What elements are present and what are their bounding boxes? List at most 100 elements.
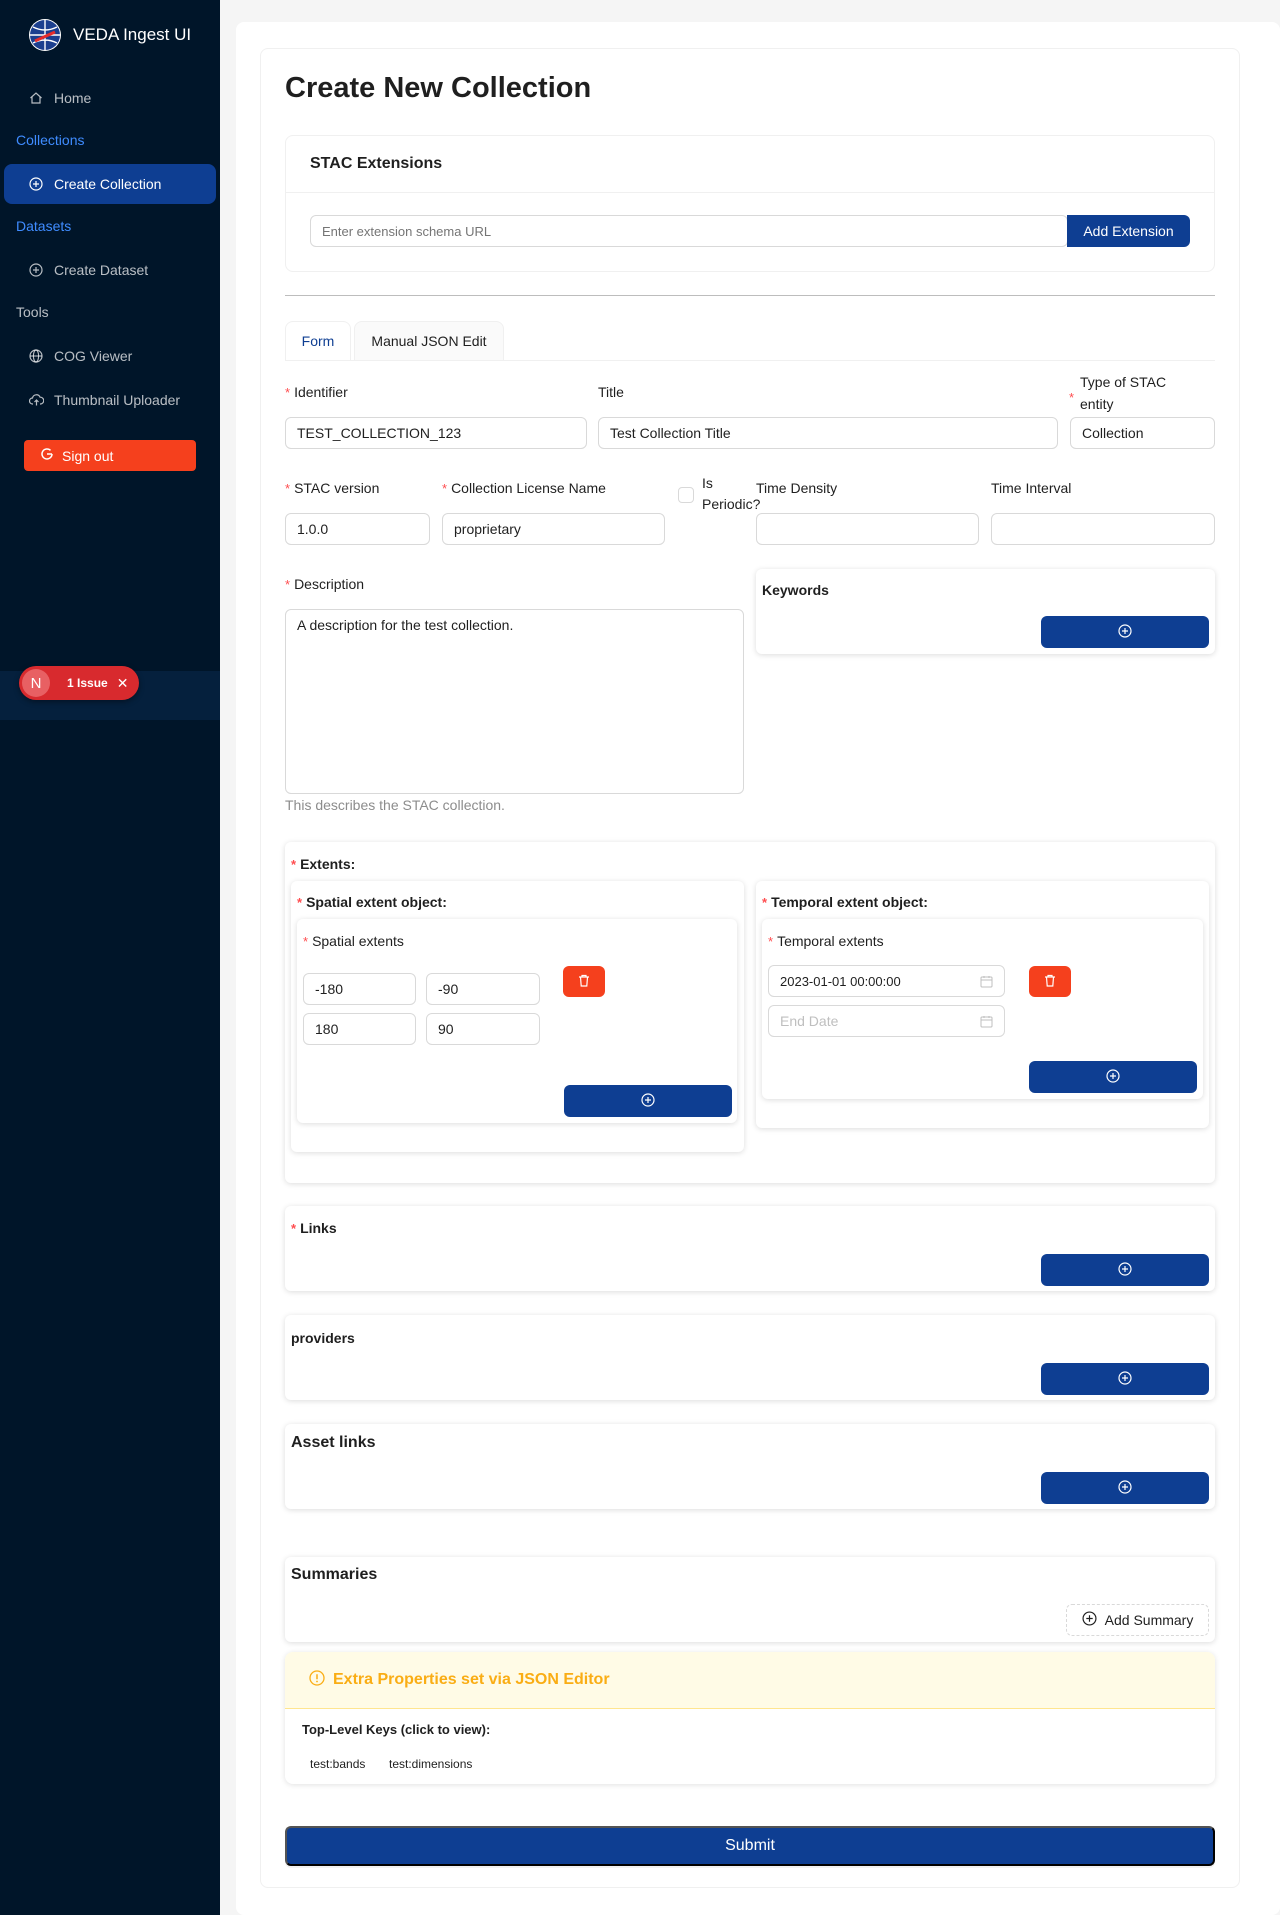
title-label: Title: [598, 384, 624, 400]
extension-url-input[interactable]: [310, 215, 1068, 247]
delete-spatial-extent-button[interactable]: [563, 966, 605, 997]
nav-thumbnail-uploader[interactable]: Thumbnail Uploader: [4, 380, 216, 420]
spatial-extent-title: * Spatial extent object:: [297, 894, 447, 910]
providers-title: providers: [291, 1330, 355, 1346]
spatial-max-x-input[interactable]: 180: [303, 1013, 416, 1045]
identifier-label: * Identifier: [285, 384, 348, 400]
asset-links-title: Asset links: [291, 1434, 376, 1451]
trash-icon: [1044, 974, 1056, 990]
globe-logo-icon: [29, 19, 61, 51]
key-tag-test-bands[interactable]: test:bands: [310, 1757, 365, 1771]
stac-extensions-card: STAC Extensions: [285, 135, 1215, 272]
tab-form[interactable]: Form: [285, 321, 351, 361]
calendar-icon: [980, 1015, 993, 1031]
type-input[interactable]: Collection: [1070, 417, 1215, 449]
spatial-max-y-input[interactable]: 90: [426, 1013, 540, 1045]
close-icon[interactable]: ✕: [117, 675, 129, 692]
tab-manual-json-edit[interactable]: Manual JSON Edit: [354, 321, 504, 361]
add-summary-label: Add Summary: [1104, 1612, 1194, 1628]
time-interval-label: Time Interval: [991, 480, 1072, 496]
add-asset-link-button[interactable]: [1041, 1472, 1209, 1504]
nav-home[interactable]: Home: [4, 78, 216, 118]
nav-create-dataset[interactable]: Create Dataset: [4, 250, 216, 290]
plus-circle-icon: [641, 1092, 655, 1110]
issue-count: 1 Issue: [67, 676, 108, 690]
time-density-input[interactable]: [756, 513, 979, 545]
end-date-placeholder: End Date: [780, 1013, 839, 1029]
stac-version-label: * STAC version: [285, 480, 380, 496]
add-temporal-extent-button[interactable]: [1029, 1061, 1197, 1093]
sidebar: VEDA Ingest UI Home Collections Create C…: [0, 0, 220, 1915]
stac-extensions-title: STAC Extensions: [286, 136, 1214, 193]
type-label: Type of STAC entity: [1080, 374, 1167, 412]
key-tag-test-dimensions[interactable]: test:dimensions: [389, 1757, 472, 1771]
section-divider: [285, 295, 1215, 296]
add-spatial-extent-button[interactable]: [564, 1085, 732, 1117]
nav-create-collection[interactable]: Create Collection: [4, 164, 216, 204]
time-interval-input[interactable]: [991, 513, 1215, 545]
extra-properties-card: Extra Properties set via JSON Editor Top…: [285, 1652, 1215, 1784]
spatial-min-x-input[interactable]: -180: [303, 973, 416, 1005]
plus-circle-icon: [1118, 1261, 1132, 1279]
title-input[interactable]: Test Collection Title: [598, 417, 1058, 449]
description-textarea[interactable]: A description for the test collection.: [285, 609, 744, 794]
cloud-upload-icon: [28, 392, 44, 408]
nav-group-datasets[interactable]: Datasets: [16, 218, 71, 234]
tab-underline: [285, 360, 1215, 361]
nav-home-label: Home: [54, 90, 92, 106]
extra-properties-title: Extra Properties set via JSON Editor: [333, 1671, 610, 1688]
plus-circle-icon: [1118, 1370, 1132, 1388]
license-label: * Collection License Name: [442, 480, 606, 496]
top-level-keys-label: Top-Level Keys (click to view):: [302, 1722, 491, 1737]
plus-circle-icon: [28, 262, 44, 278]
identifier-input[interactable]: TEST_COLLECTION_123: [285, 417, 587, 449]
plus-circle-icon: [1106, 1068, 1120, 1086]
license-input[interactable]: proprietary: [442, 513, 665, 545]
add-link-button[interactable]: [1041, 1254, 1209, 1286]
nav-thumbnail-uploader-label: Thumbnail Uploader: [54, 392, 181, 408]
sign-out-button[interactable]: Sign out: [24, 440, 196, 471]
links-title: * Links: [291, 1220, 337, 1236]
app-title: VEDA Ingest UI: [73, 25, 192, 44]
add-provider-button[interactable]: [1041, 1363, 1209, 1395]
warning-circle-icon: [309, 1669, 325, 1691]
stac-version-input[interactable]: 1.0.0: [285, 513, 430, 545]
add-extension-button[interactable]: Add Extension: [1067, 215, 1190, 247]
time-density-label: Time Density: [756, 480, 838, 496]
end-date-input[interactable]: End Date: [768, 1005, 1005, 1037]
dev-issues-badge[interactable]: N 1 Issue ✕: [19, 666, 139, 700]
sign-out-label: Sign out: [62, 447, 114, 464]
nav-group-collections[interactable]: Collections: [16, 132, 84, 148]
start-date-value: 2023-01-01 00:00:00: [780, 973, 901, 989]
plus-circle-icon: [1118, 623, 1132, 641]
add-keyword-button[interactable]: [1041, 616, 1209, 648]
plus-circle-icon: [28, 176, 44, 192]
temporal-extent-title: * Temporal extent object:: [762, 894, 928, 910]
spatial-min-y-input[interactable]: -90: [426, 973, 540, 1005]
google-icon: [40, 447, 54, 464]
extents-title: * Extents:: [291, 856, 356, 872]
nav-create-collection-label: Create Collection: [54, 176, 162, 192]
brand[interactable]: VEDA Ingest UI: [29, 19, 191, 51]
delete-temporal-extent-button[interactable]: [1029, 966, 1071, 997]
page-title: Create New Collection: [285, 72, 592, 104]
is-periodic-checkbox[interactable]: [678, 487, 694, 503]
summaries-title: Summaries: [291, 1566, 378, 1583]
submit-button[interactable]: Submit: [285, 1826, 1215, 1866]
calendar-icon: [980, 975, 993, 991]
start-date-input[interactable]: 2023-01-01 00:00:00: [768, 965, 1005, 997]
trash-icon: [578, 974, 590, 990]
temporal-extents-label: * Temporal extents: [768, 933, 884, 949]
extra-properties-header: Extra Properties set via JSON Editor: [285, 1652, 1215, 1709]
plus-circle-icon: [1118, 1479, 1132, 1497]
nav-create-dataset-label: Create Dataset: [54, 262, 149, 278]
nav-cog-viewer[interactable]: COG Viewer: [4, 336, 216, 376]
description-label: * Description: [285, 576, 365, 592]
nextjs-logo-icon: N: [22, 669, 50, 697]
add-summary-button[interactable]: Add Summary: [1066, 1604, 1209, 1636]
keywords-title: Keywords: [762, 582, 829, 598]
nav-group-tools[interactable]: Tools: [16, 304, 49, 320]
type-required-mark: *: [1069, 390, 1075, 405]
is-periodic-label: Is Periodic?: [702, 475, 761, 512]
plus-circle-icon: [1082, 1611, 1097, 1629]
